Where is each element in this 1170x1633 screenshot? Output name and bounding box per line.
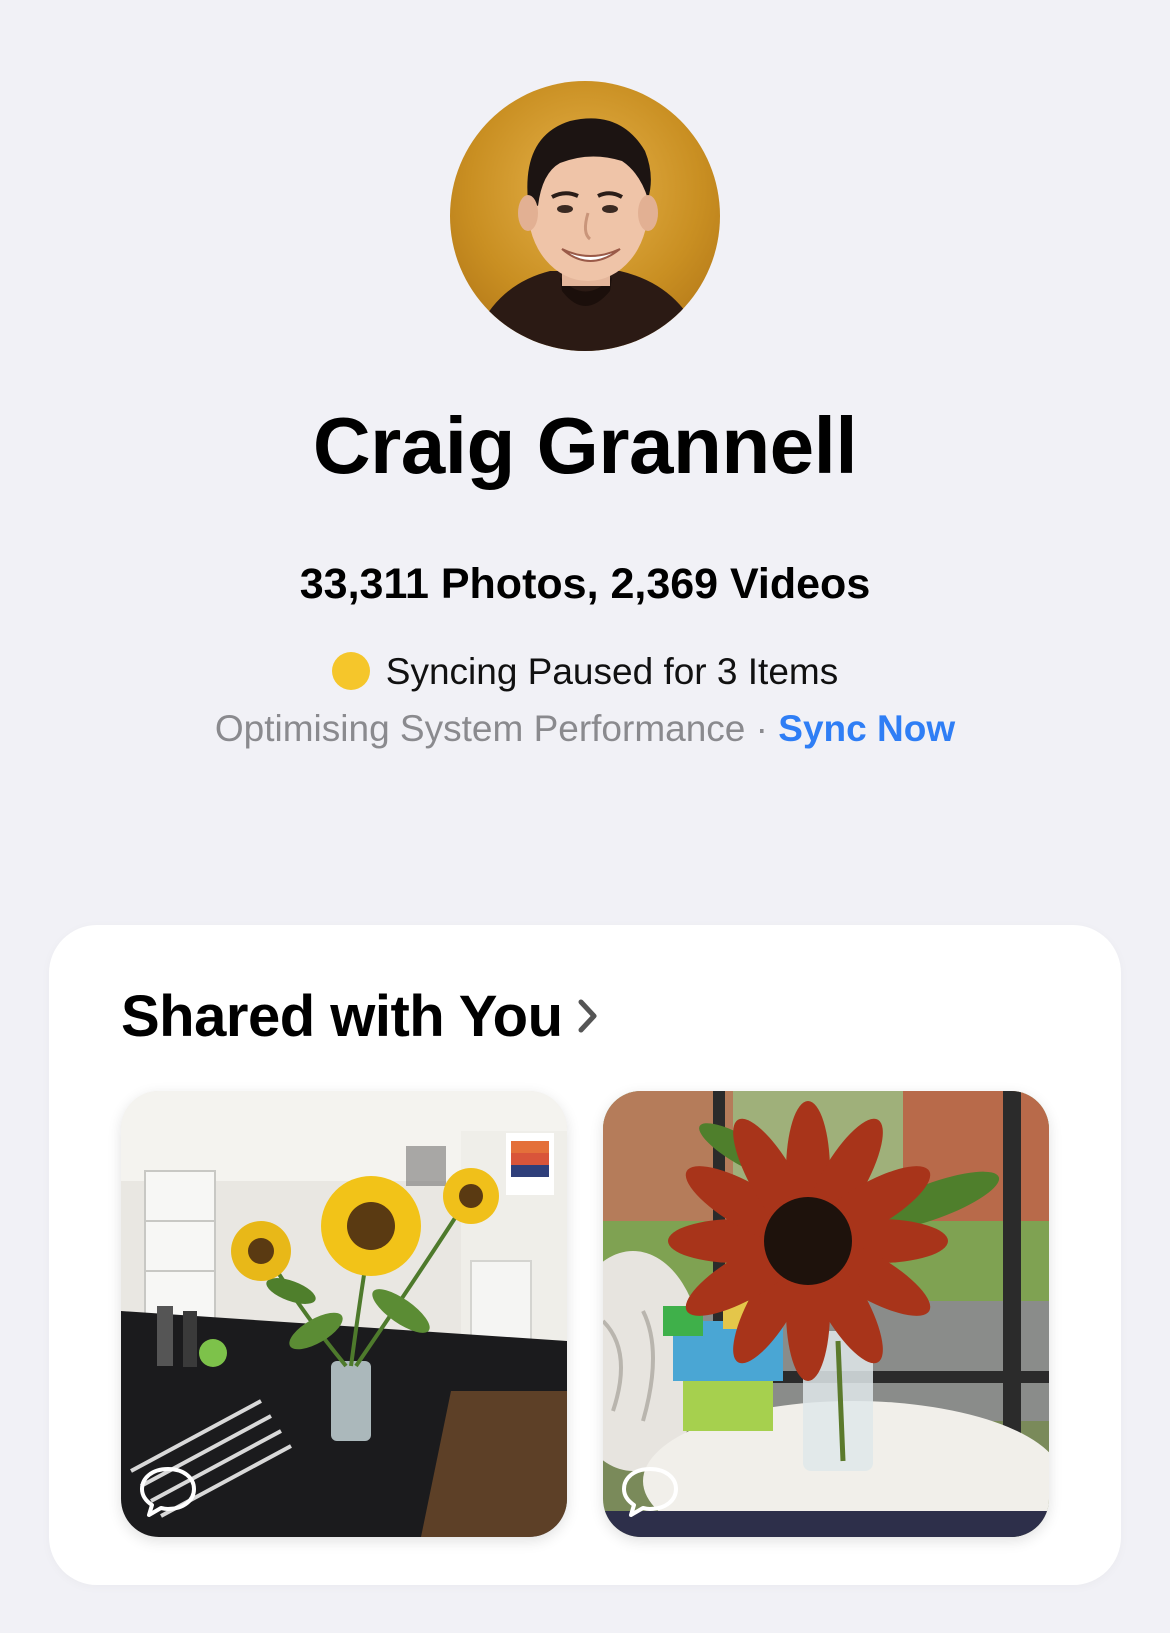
- shared-photo-sunflowers-kitchen[interactable]: [121, 1091, 567, 1537]
- shared-photo-red-sunflower[interactable]: [603, 1091, 1049, 1537]
- separator-dot: ·: [755, 708, 768, 749]
- shared-with-you-title: Shared with You: [121, 984, 563, 1049]
- comment-bubble-icon: [140, 1467, 196, 1517]
- comment-bubble-icon: [622, 1467, 678, 1517]
- avatar-portrait: [470, 118, 705, 351]
- shared-with-you-card: Shared with You: [49, 925, 1121, 1585]
- shared-with-you-header[interactable]: Shared with You: [121, 981, 599, 1050]
- library-counts: 33,311 Photos, 2,369 Videos: [299, 560, 871, 608]
- sync-now-button[interactable]: Sync Now: [778, 708, 955, 749]
- chevron-right-icon: [577, 981, 599, 1048]
- profile-name: Craig Grannell: [312, 401, 858, 490]
- sync-reason-text: Optimising System Performance: [214, 708, 746, 749]
- sync-subtitle: Optimising System Performance · Sync Now: [0, 708, 1170, 750]
- sync-paused-dot-icon: [331, 652, 370, 690]
- sync-status-text: Syncing Paused for 3 Items: [385, 651, 839, 692]
- profile-avatar[interactable]: [450, 81, 720, 351]
- sync-status: Syncing Paused for 3 Items: [0, 651, 1170, 693]
